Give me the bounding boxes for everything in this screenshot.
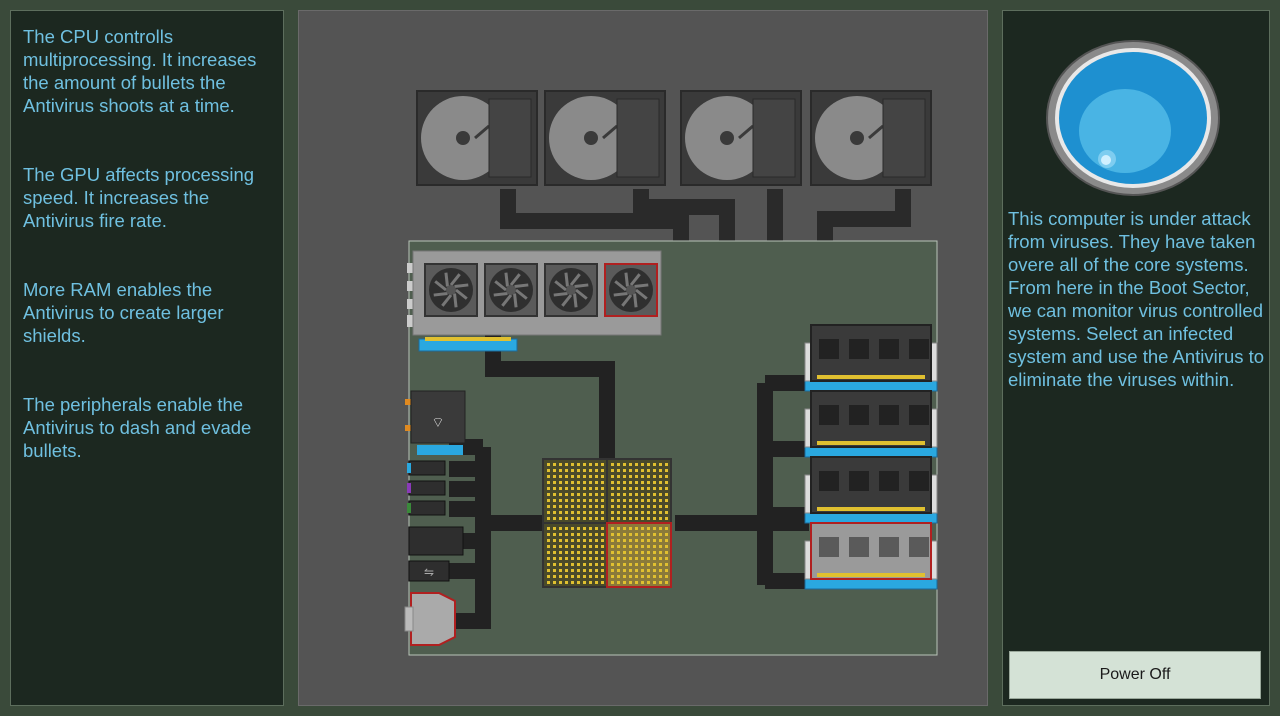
gpu-fan[interactable]	[544, 263, 598, 317]
hard-drives	[416, 90, 932, 186]
ram-stick[interactable]	[804, 390, 938, 458]
intro-text: This computer is under attack from virus…	[1008, 208, 1265, 390]
hard-drive[interactable]	[680, 90, 802, 186]
serial-port[interactable]	[410, 592, 456, 646]
ram-stick[interactable]	[804, 324, 938, 392]
hard-drive[interactable]	[544, 90, 666, 186]
motherboard-view: ⌔ ⇋	[298, 10, 988, 706]
gpu-description: The GPU affects processing speed. It inc…	[23, 164, 255, 231]
cpu-core[interactable]	[606, 522, 672, 588]
gpu-fan[interactable]	[604, 263, 658, 317]
gpu-fan[interactable]	[484, 263, 538, 317]
cpu-core[interactable]	[606, 458, 672, 524]
power-off-button[interactable]: Power Off	[1009, 651, 1261, 699]
usb-icon: ⇋	[424, 565, 434, 579]
info-panel: The CPU controlls multiprocessing. It in…	[10, 10, 284, 706]
ram-stick[interactable]	[804, 522, 938, 590]
hard-drive[interactable]	[810, 90, 932, 186]
ram-modules[interactable]	[804, 324, 938, 590]
boot-sector-panel: This computer is under attack from virus…	[1002, 10, 1270, 706]
hard-drive[interactable]	[416, 90, 538, 186]
cpu[interactable]	[542, 458, 672, 588]
wifi-icon: ⌔	[431, 415, 444, 431]
ram-description: More RAM enables the Antivirus to create…	[23, 279, 224, 346]
gpu-fan[interactable]	[424, 263, 478, 317]
cpu-core[interactable]	[542, 522, 608, 588]
cpu-description: The CPU controlls multiprocessing. It in…	[23, 26, 257, 116]
ram-stick[interactable]	[804, 456, 938, 524]
cpu-core[interactable]	[542, 458, 608, 524]
antivirus-orb	[1046, 40, 1220, 196]
peripherals-description: The peripherals enable the Antivirus to …	[23, 394, 252, 461]
motherboard-diagram: ⌔ ⇋	[404, 90, 938, 656]
